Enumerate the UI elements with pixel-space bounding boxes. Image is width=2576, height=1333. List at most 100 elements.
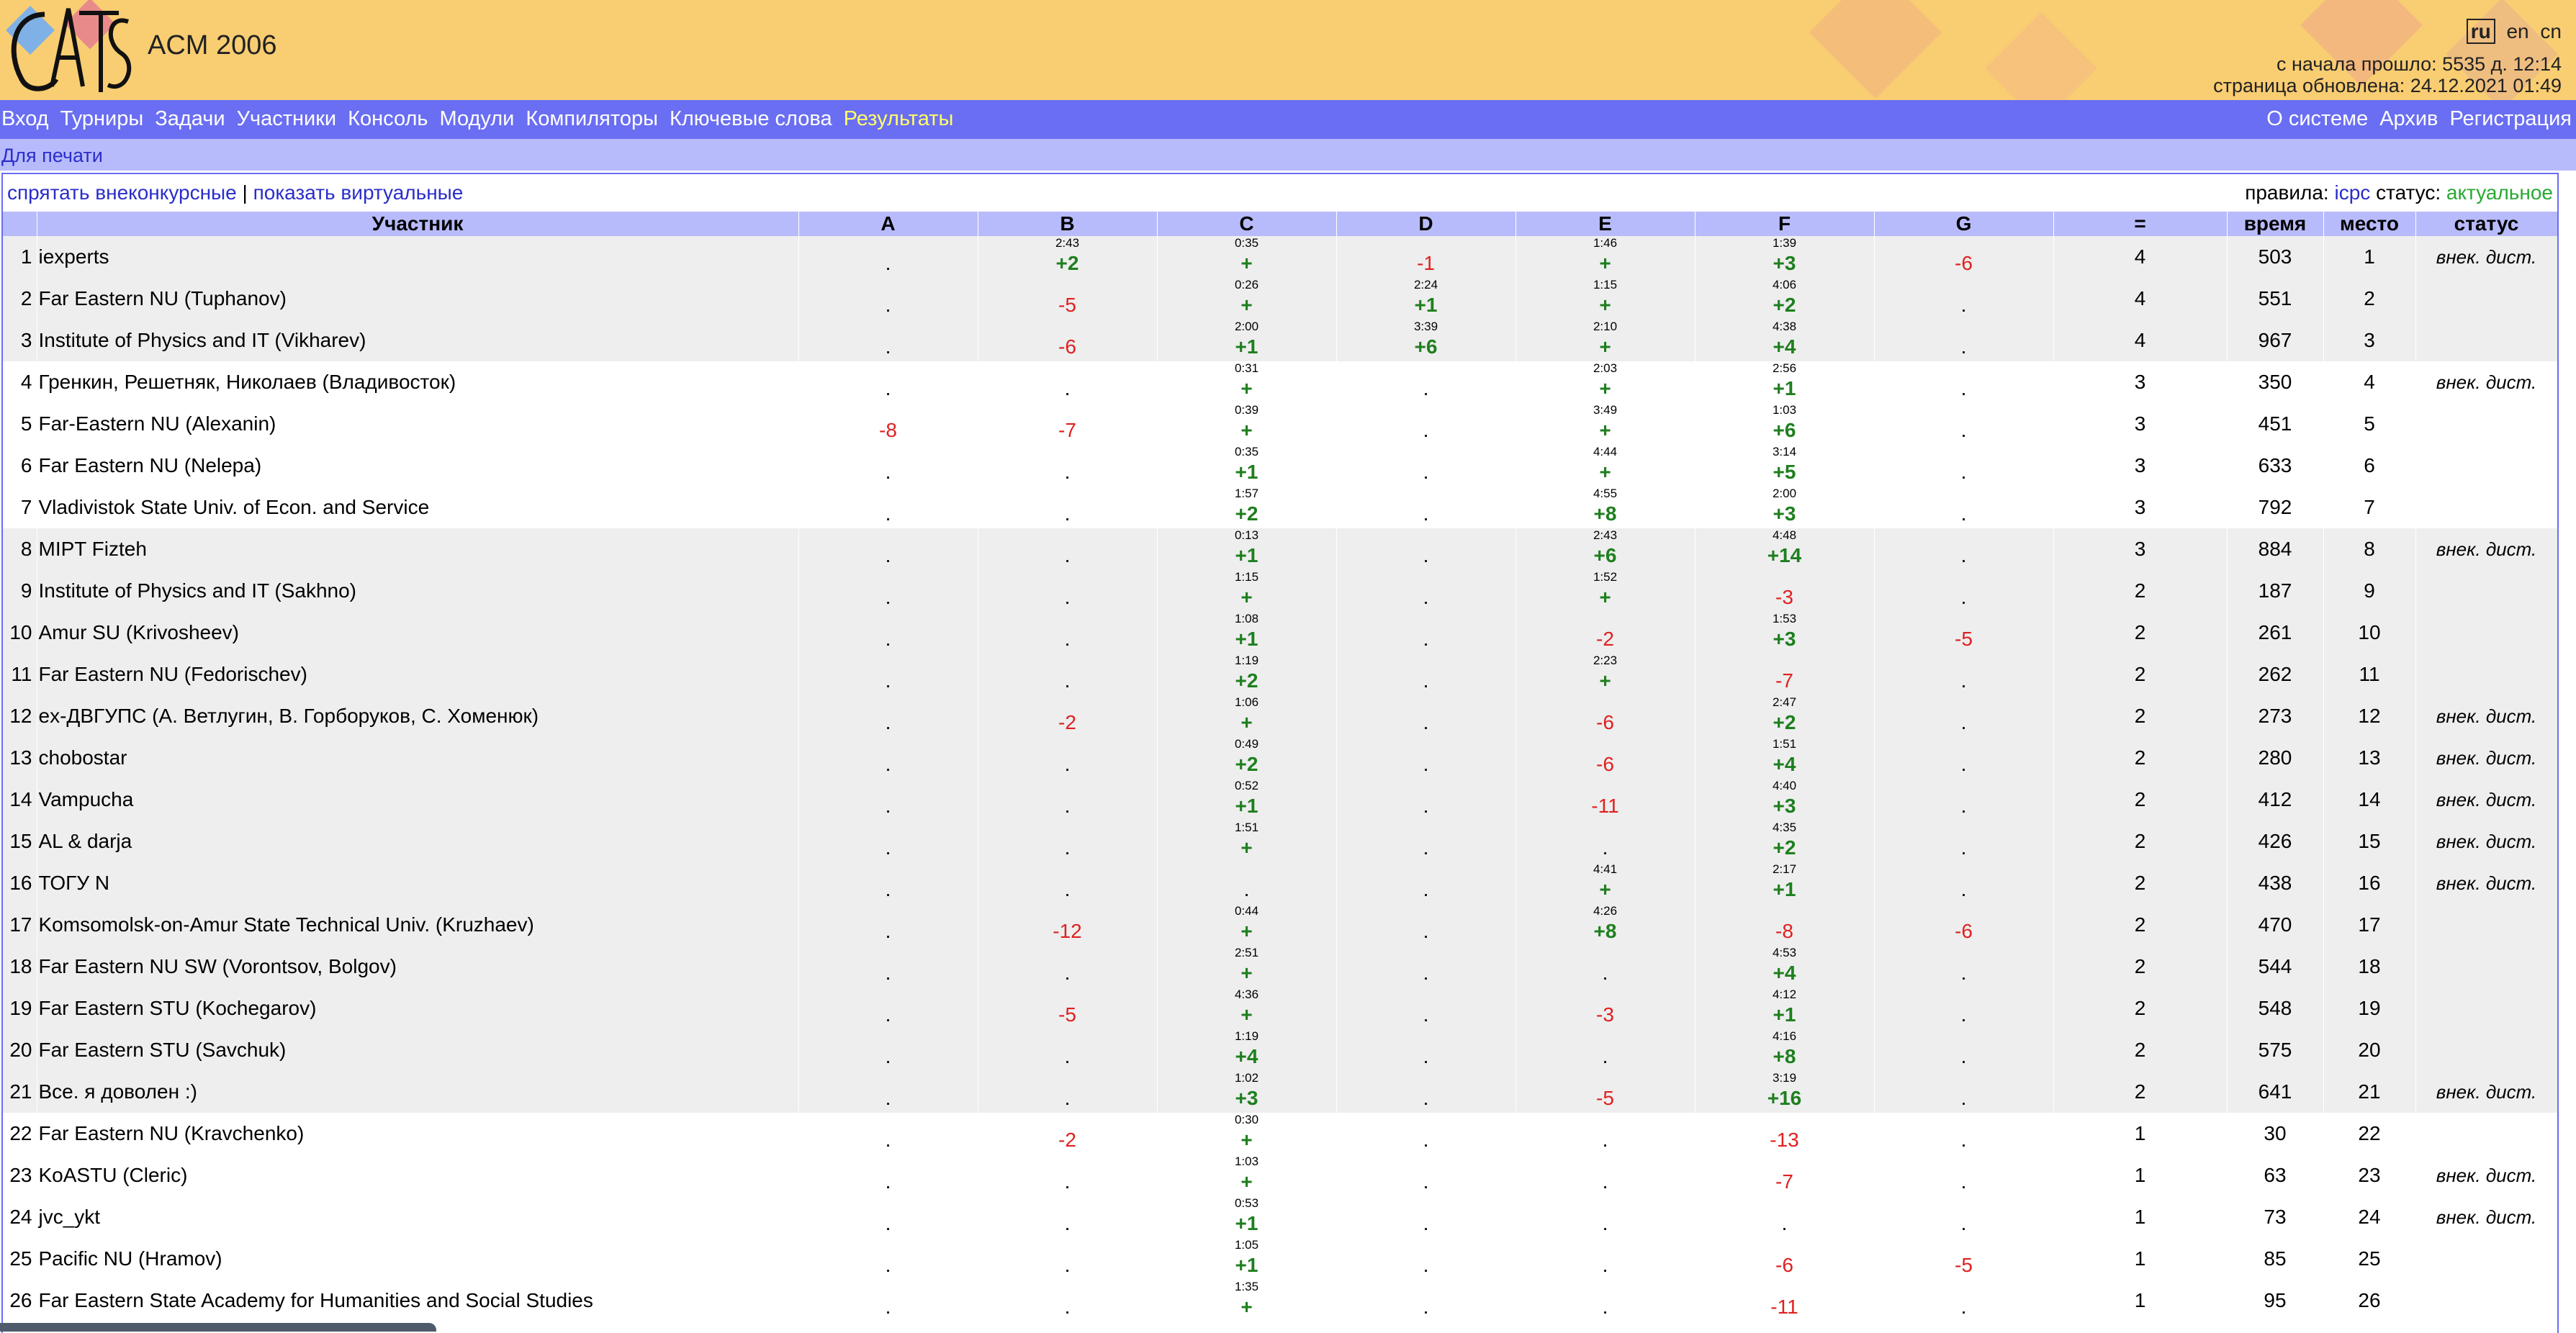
solve-time: 0:35 (1234, 236, 1259, 250)
participant-name[interactable]: chobostar (37, 737, 799, 779)
menu-users[interactable]: Участники (237, 107, 337, 130)
menu-modules[interactable]: Модули (440, 107, 515, 130)
attempts: . (1423, 1254, 1429, 1276)
table-row: 4 Гренкин, Решетняк, Николаев (Владивосто… (3, 361, 2557, 403)
menu-keywords[interactable]: Ключевые слова (670, 107, 832, 130)
col-problem-a[interactable]: A (798, 212, 978, 236)
participant-name[interactable]: Komsomolsk-on-Amur State Technical Univ.… (37, 904, 799, 946)
col-problem-f[interactable]: F (1695, 212, 1875, 236)
show-virtual-link[interactable]: показать виртуальные (253, 181, 464, 204)
attempts: . (885, 962, 891, 984)
participant-name[interactable]: Гренкин, Решетняк, Николаев (Владивосток… (37, 361, 799, 403)
rules-info: правила: icpc статус: актуальное (2245, 181, 2553, 204)
menu-results[interactable]: Результаты (844, 107, 954, 130)
participant-status (2415, 946, 2557, 988)
problem-cell: . (798, 1196, 978, 1238)
solve-time: 2:43 (1593, 528, 1618, 542)
col-problem-b[interactable]: B (978, 212, 1158, 236)
participant-name[interactable]: iexperts (37, 236, 799, 278)
attempts: . (1064, 461, 1071, 483)
participant-name[interactable]: Far Eastern NU SW (Vorontsov, Bolgov) (37, 946, 799, 988)
participant-name[interactable]: Institute of Physics and IT (Sakhno) (37, 570, 799, 612)
browser-status-bar (0, 1323, 436, 1332)
menu-console[interactable]: Консоль (348, 107, 428, 130)
attempts: . (1064, 753, 1071, 775)
menu-compilers[interactable]: Компиляторы (526, 107, 658, 130)
problem-cell: . (1874, 1154, 2054, 1196)
problem-cell: . (1336, 946, 1516, 988)
table-row: 24 jvc_ykt.. 0:53 +1.... 1 73 24 внек. дист. (3, 1196, 2557, 1238)
attempts: . (1423, 1296, 1429, 1318)
lang-ru[interactable]: ru (2466, 19, 2495, 44)
participant-name[interactable]: Institute of Physics and IT (Vikharev) (37, 320, 799, 361)
solve-time: 4:38 (1772, 320, 1797, 333)
attempts: . (1423, 836, 1429, 859)
attempts: . (885, 1296, 891, 1318)
print-link[interactable]: Для печати (1, 145, 103, 167)
participant-status (2415, 988, 2557, 1029)
col-problem-d[interactable]: D (1336, 212, 1516, 236)
col-problem-g[interactable]: G (1874, 212, 2054, 236)
participant-name[interactable]: ТОГУ N (37, 862, 799, 904)
lang-en[interactable]: en (2506, 20, 2528, 42)
participant-name[interactable]: Vampucha (37, 779, 799, 821)
participant-name[interactable]: ex-ДВГУПС (А. Ветлугин, В. Горборуков, С… (37, 695, 799, 737)
menu-register[interactable]: Регистрация (2449, 107, 2572, 130)
col-participant[interactable]: Участник (37, 212, 799, 236)
problem-cell: . (798, 361, 978, 403)
attempts: -6 (1775, 1254, 1793, 1276)
problem-cell: . (978, 445, 1158, 487)
participant-name[interactable]: Far Eastern NU (Nelepa) (37, 445, 799, 487)
solved-count: 4 (2053, 278, 2228, 320)
hide-ooc-link[interactable]: спрятать внеконкурсные (7, 181, 237, 204)
participant-name[interactable]: KoASTU (Cleric) (37, 1154, 799, 1196)
participant-name[interactable]: AL & darja (37, 821, 799, 862)
place: 19 (2323, 988, 2416, 1029)
participant-name[interactable]: Far Eastern State Academy for Humanities… (37, 1280, 799, 1321)
penalty-time: 350 (2227, 361, 2324, 403)
attempts: +1 (1414, 294, 1438, 316)
menu-archive[interactable]: Архив (2379, 107, 2438, 130)
place: 5 (2323, 403, 2416, 445)
menu-contests[interactable]: Турниры (60, 107, 144, 130)
solve-time: 0:26 (1234, 278, 1259, 292)
solve-time: 0:13 (1234, 528, 1259, 542)
menu-problems[interactable]: Задачи (155, 107, 225, 130)
solved-count: 2 (2053, 946, 2228, 988)
participant-name[interactable]: Vladivistok State Univ. of Econ. and Ser… (37, 487, 799, 528)
participant-name[interactable]: MIPT Fizteh (37, 528, 799, 570)
problem-cell: 2:47 +2 (1695, 695, 1875, 737)
participant-name[interactable]: Pacific NU (Hramov) (37, 1238, 799, 1280)
table-row: 15 AL & darja.. 1:51 +.. 4:35 +2. 2 426 15 внек. … (3, 821, 2557, 862)
participant-name[interactable]: Amur SU (Krivosheev) (37, 612, 799, 654)
participant-name[interactable]: Far Eastern STU (Kochegarov) (37, 988, 799, 1029)
problem-cell: 2:00 +3 (1695, 487, 1875, 528)
participant-name[interactable]: Все. я доволен :) (37, 1071, 799, 1113)
attempts: +3 (1773, 795, 1796, 817)
problem-cell: 1:19 +2 (1157, 654, 1337, 695)
lang-cn[interactable]: cn (2540, 20, 2562, 42)
attempts: . (885, 377, 891, 399)
participant-name[interactable]: Far Eastern STU (Savchuk) (37, 1029, 799, 1071)
menu-login[interactable]: Вход (1, 107, 49, 130)
attempts: -7 (1775, 1170, 1793, 1193)
participant-name[interactable]: Far Eastern NU (Fedorischev) (37, 654, 799, 695)
participant-name[interactable]: Far Eastern NU (Kravchenko) (37, 1113, 799, 1154)
problem-cell: . (1336, 654, 1516, 695)
col-problem-c[interactable]: C (1157, 212, 1337, 236)
attempts: +1 (1235, 461, 1258, 483)
problem-cell: . (1874, 1280, 2054, 1321)
problem-cell: -8 (1695, 904, 1875, 946)
participant-status: внек. дист. (2415, 528, 2557, 570)
participant-name[interactable]: Far-Eastern NU (Alexanin) (37, 403, 799, 445)
participant-status: внек. дист. (2415, 236, 2557, 278)
solve-time: 2:10 (1593, 320, 1618, 333)
col-problem-e[interactable]: E (1516, 212, 1695, 236)
solved-count: 4 (2053, 320, 2228, 361)
participant-name[interactable]: jvc_ykt (37, 1196, 799, 1238)
menu-about[interactable]: О системе (2266, 107, 2368, 130)
participant-name[interactable]: Far Eastern NU (Tuphanov) (37, 278, 799, 320)
cats-logo[interactable] (0, 0, 137, 98)
attempts: . (1960, 1170, 1967, 1193)
row-index: 23 (3, 1154, 37, 1196)
